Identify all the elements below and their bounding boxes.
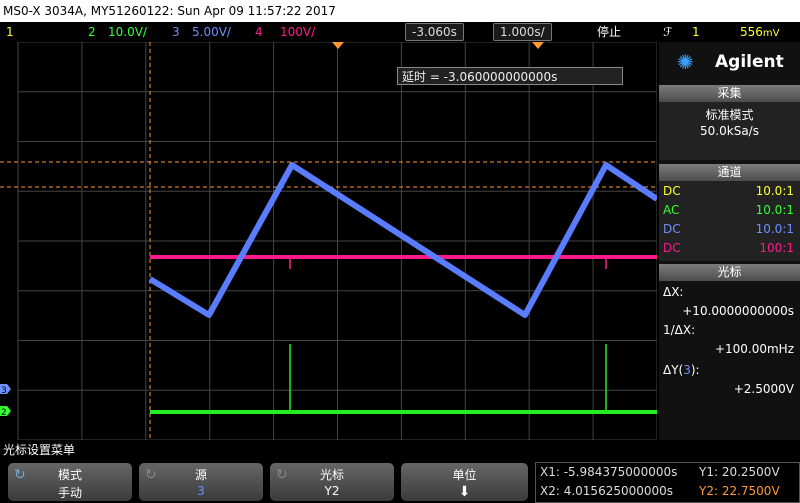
cursor-readout: X1: -5.984375000000s Y1: 20.2500V X2: 4.… <box>535 462 800 503</box>
graticule-svg: 3 2 <box>0 42 657 440</box>
trigger-edge-icon: ℱ <box>663 25 673 39</box>
delay-marker[interactable] <box>532 42 544 49</box>
acquire-header[interactable]: 采集 <box>659 85 800 102</box>
inv-dx-label: 1/ΔX: <box>663 323 696 337</box>
channel-row-1[interactable]: DC 10.0:1 <box>659 182 800 201</box>
channels-header[interactable]: 通道 <box>659 164 800 181</box>
ch2-number[interactable]: 2 <box>88 22 96 42</box>
dy-label: ΔY(3): <box>663 363 700 377</box>
trigger-level-value: 556 <box>740 25 763 39</box>
dy-label-prefix: ΔY( <box>663 363 684 377</box>
trigger-level-unit: mV <box>762 28 780 39</box>
dy-source: 3 <box>683 363 691 377</box>
waveform-display[interactable]: 3 2 延时 = -3.060000000000s <box>0 42 657 440</box>
cursors-header[interactable]: 光标 <box>659 264 800 281</box>
channel-row-2[interactable]: AC 10.0:1 <box>659 201 800 220</box>
ch2-scale: 10.0V/ <box>108 25 147 39</box>
softkey-units-label: 单位 <box>452 468 477 482</box>
menu-title: 光标设置菜单 <box>0 440 800 460</box>
dx-label: ΔX: <box>663 285 684 299</box>
dy-value: +2.5000V <box>733 382 794 396</box>
down-arrow-icon: ⬇ <box>458 484 471 500</box>
ch3-coupling: DC <box>663 222 681 236</box>
delay-value[interactable]: -3.060s <box>405 23 464 41</box>
softkey-source[interactable]: ↻ 源 3 <box>139 463 263 501</box>
ch4-scale: 100V/ <box>280 25 316 39</box>
readout-y2: Y2: 22.7500V <box>699 484 780 498</box>
softkey-source-label: 源 <box>194 468 207 482</box>
graticule-grid <box>17 42 657 440</box>
ch4-coupling: DC <box>663 241 681 255</box>
softkey-source-value: 3 <box>197 484 205 498</box>
channel-row-4[interactable]: DC 100:1 <box>659 239 800 258</box>
channels-block: DC 10.0:1 AC 10.0:1 DC 10.0:1 DC 100:1 <box>659 181 800 261</box>
trigger-position-marker[interactable] <box>332 42 344 49</box>
ch1-coupling: DC <box>663 184 681 198</box>
softkey-mode-value: 手动 <box>57 486 82 500</box>
cursors-block: ΔX: +10.0000000000s 1/ΔX: +100.00mHz ΔY(… <box>659 282 800 440</box>
ch3-number[interactable]: 3 <box>172 22 180 42</box>
acquire-mode: 标准模式 <box>705 108 754 122</box>
ch3-probe: 10.0:1 <box>755 222 794 236</box>
ch4-number[interactable]: 4 <box>255 22 263 42</box>
readout-x1: X1: -5.984375000000s <box>540 465 678 479</box>
brand-header: ✺ Agilent <box>659 42 800 86</box>
brand-name: Agilent <box>715 52 784 72</box>
delay-tooltip: 延时 = -3.060000000000s <box>397 67 623 85</box>
dy-label-suffix: ): <box>690 363 700 377</box>
readout-x2: X2: 4.015625000000s <box>540 484 674 498</box>
readout-y1: Y1: 20.2500V <box>699 465 780 479</box>
inv-dx-value: +100.00mHz <box>714 342 794 356</box>
ch3-ground-label: 3 <box>1 386 7 396</box>
softkey-cursor-value: Y2 <box>324 484 340 498</box>
softkey-mode[interactable]: ↻ 模式 手动 <box>8 463 132 501</box>
timebase-value[interactable]: 1.000s/ <box>493 23 552 41</box>
softkey-cursor[interactable]: ↻ 光标 Y2 <box>270 463 394 501</box>
trigger-source: 1 <box>692 25 700 39</box>
side-panel: ✺ Agilent 采集 标准模式 50.0kSa/s 通道 DC 10.0:1… <box>659 42 800 440</box>
softkey-mode-label: 模式 <box>57 468 82 482</box>
acquire-block: 标准模式 50.0kSa/s <box>659 102 800 160</box>
sample-rate: 50.0kSa/s <box>700 124 759 138</box>
ch1-probe: 10.0:1 <box>755 184 794 198</box>
ch4-probe: 100:1 <box>759 241 794 255</box>
ch2-probe: 10.0:1 <box>755 203 794 217</box>
channel-status-bar: 1 2 10.0V/ 3 5.00V/ 4 100V/ -3.060s 1.00… <box>0 22 800 42</box>
ch2-coupling: AC <box>663 203 680 217</box>
ch2-ground-label: 2 <box>1 408 7 418</box>
window-title: MS0-X 3034A, MY51260122: Sun Apr 09 11:5… <box>0 0 800 22</box>
channel-row-3[interactable]: DC 10.0:1 <box>659 220 800 239</box>
agilent-spark-icon: ✺ <box>677 50 694 74</box>
run-state: 停止 <box>597 25 622 39</box>
softkey-units[interactable]: 单位 ⬇ <box>401 463 528 501</box>
softkey-cursor-label: 光标 <box>319 468 344 482</box>
ch3-scale: 5.00V/ <box>192 25 231 39</box>
dx-value: +10.0000000000s <box>682 304 794 318</box>
trigger-level: 556mV <box>740 22 780 44</box>
ch1-number[interactable]: 1 <box>6 22 14 42</box>
